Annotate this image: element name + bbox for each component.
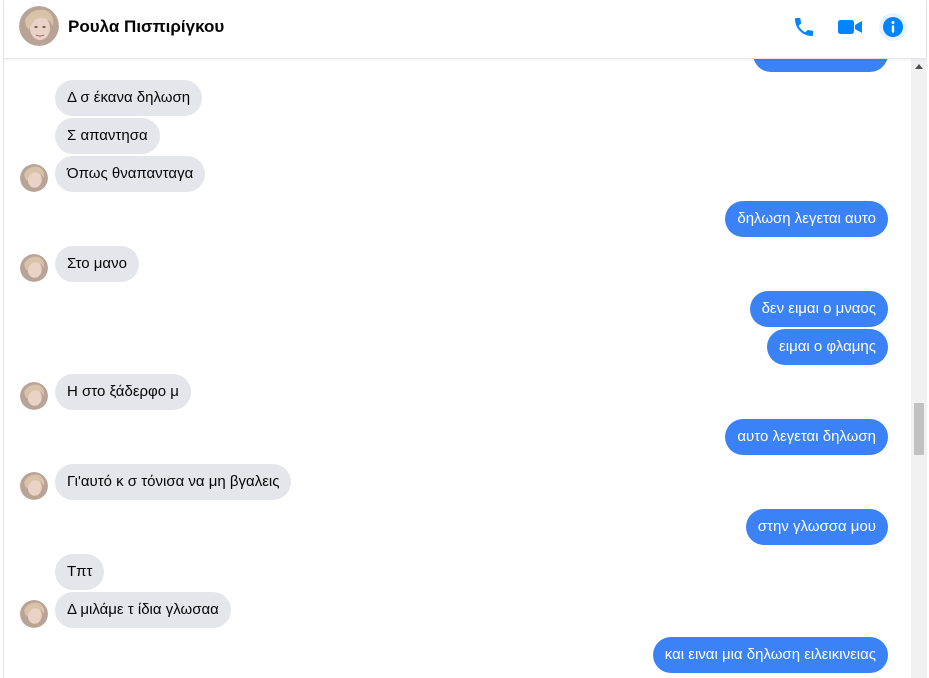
sender-avatar[interactable]	[20, 254, 48, 282]
chat-header: Ρουλα Πισπιρίγκου	[4, 0, 926, 59]
conversation-info-button[interactable]	[877, 11, 909, 43]
message-bubble[interactable]: Γι'αυτό κ σ τόνισα να μη βγαλεις	[55, 464, 292, 500]
message-bubble[interactable]: Όπως θναπανταγα	[55, 156, 206, 192]
video-camera-icon	[838, 20, 862, 34]
message-bubble[interactable]: Τπτ	[55, 554, 105, 590]
message-bubble[interactable]: Η στο ξάδερφο μ	[55, 374, 191, 410]
phone-icon	[795, 18, 813, 36]
message-bubble[interactable]: ειμαι ο φλαμης	[767, 329, 888, 365]
audio-call-button[interactable]	[788, 11, 820, 43]
sender-avatar[interactable]	[20, 472, 48, 500]
message-bubble[interactable]: αυτο λεγεται δηλωση	[725, 419, 888, 455]
message-bubble-partial[interactable]	[753, 58, 888, 72]
contact-name[interactable]: Ρουλα Πισπιρίγκου	[68, 17, 224, 37]
scrollbar-thumb[interactable]	[914, 403, 924, 455]
info-icon-bg	[879, 13, 907, 41]
message-bubble[interactable]: Σ απαντησα	[55, 118, 160, 154]
scrollbar[interactable]	[911, 58, 927, 678]
message-list[interactable]: Δ σ έκανα δηλωση Σ απαντησα Όπως θναπαντ…	[4, 58, 911, 678]
scroll-up-arrow-icon[interactable]	[915, 64, 923, 69]
video-call-button[interactable]	[834, 11, 866, 43]
chat-window: Ρουλα Πισπιρίγκου Δ σ έκανα δηλωση Σ απα…	[3, 0, 927, 678]
info-icon	[883, 17, 903, 37]
message-bubble[interactable]: στην γλωσσα μου	[745, 509, 888, 545]
message-bubble[interactable]: Δ μιλάμε τ ίδια γλωσαα	[55, 592, 231, 628]
message-bubble[interactable]: δεν ειμαι ο μναος	[749, 291, 888, 327]
sender-avatar[interactable]	[20, 382, 48, 410]
message-bubble[interactable]: δηλωση λεγεται αυτο	[725, 201, 888, 237]
message-bubble[interactable]: Στο μανο	[55, 246, 139, 282]
sender-avatar[interactable]	[20, 600, 48, 628]
message-bubble[interactable]: Δ σ έκανα δηλωση	[55, 80, 203, 116]
contact-avatar[interactable]	[19, 6, 59, 46]
sender-avatar[interactable]	[20, 164, 48, 192]
message-bubble[interactable]: και ειναι μια δηλωση ειλεικινειας	[652, 637, 888, 673]
